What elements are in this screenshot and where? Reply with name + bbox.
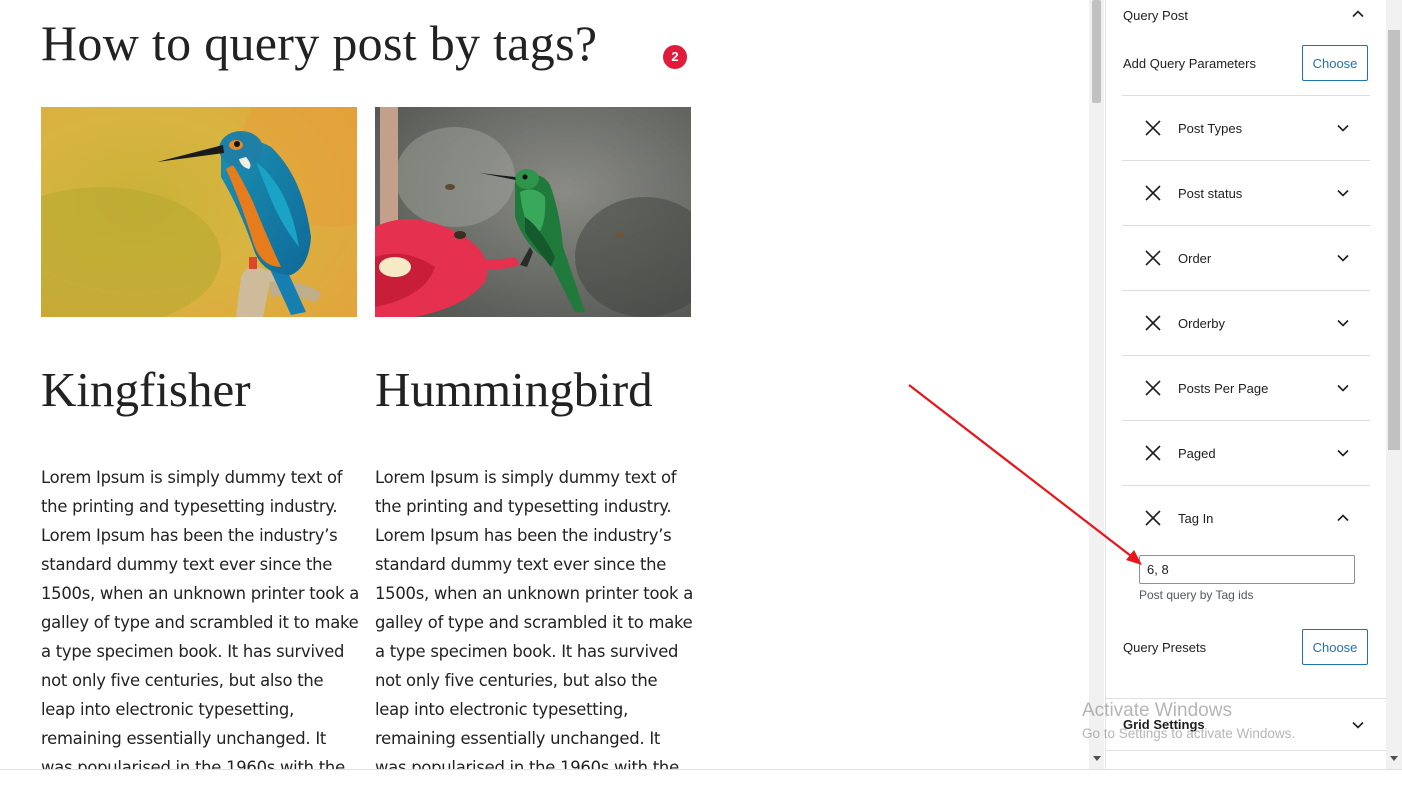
chevron-down-icon[interactable] (1336, 251, 1350, 265)
post-excerpt-hummingbird: Lorem Ipsum is simply dummy text of the … (375, 468, 694, 770)
choose-presets-button[interactable]: Choose (1302, 629, 1368, 665)
close-icon[interactable] (1144, 184, 1162, 202)
scroll-down-icon[interactable] (1390, 756, 1398, 761)
close-icon[interactable] (1144, 314, 1162, 332)
param-paged[interactable]: Paged (1122, 420, 1370, 485)
chevron-down-icon[interactable] (1336, 316, 1350, 330)
param-orderby[interactable]: Orderby (1122, 290, 1370, 355)
close-icon[interactable] (1144, 119, 1162, 137)
post-excerpt-kingfisher: Lorem Ipsum is simply dummy text of the … (41, 468, 360, 770)
param-label: Tag In (1178, 511, 1214, 526)
chevron-up-icon[interactable] (1336, 511, 1350, 525)
editor-canvas: How to query post by tags? 2 Kingfisher … (0, 0, 1088, 770)
param-label: Orderby (1178, 316, 1225, 331)
activate-windows-title: Activate Windows (1082, 700, 1232, 721)
param-label: Posts Per Page (1178, 381, 1269, 396)
close-icon[interactable] (1144, 249, 1162, 267)
close-icon[interactable] (1144, 379, 1162, 397)
chevron-down-icon[interactable] (1336, 446, 1350, 460)
panel-title[interactable]: Query Post (1123, 6, 1188, 26)
chevron-down-icon[interactable] (1351, 718, 1365, 732)
window-bottom-border (0, 769, 1402, 770)
panel-divider (1106, 698, 1386, 699)
chevron-up-icon[interactable] (1351, 7, 1365, 21)
editor-scrollbar-thumb[interactable] (1092, 0, 1101, 103)
scroll-down-icon[interactable] (1093, 756, 1101, 761)
param-post-status[interactable]: Post status (1122, 160, 1370, 225)
notification-badge: 2 (663, 45, 687, 69)
param-label: Paged (1178, 446, 1216, 461)
param-label: Post status (1178, 186, 1243, 201)
chevron-down-icon[interactable] (1336, 121, 1350, 135)
settings-sidebar: Query Post Add Query Parameters Choose P… (1105, 0, 1386, 770)
param-label: Post Types (1178, 121, 1243, 136)
sidebar-scrollbar-thumb[interactable] (1388, 30, 1400, 450)
choose-parameters-button[interactable]: Choose (1302, 45, 1368, 81)
param-posts-per-page[interactable]: Posts Per Page (1122, 355, 1370, 420)
tag-in-help-text: Post query by Tag ids (1139, 588, 1254, 602)
param-tag-in[interactable]: Tag In (1122, 485, 1370, 550)
param-label: Order (1178, 251, 1212, 266)
add-query-parameters-label: Add Query Parameters (1123, 56, 1256, 71)
activate-windows-subtitle: Go to Settings to activate Windows. (1082, 726, 1296, 741)
post-heading-hummingbird[interactable]: Hummingbird (375, 360, 653, 420)
panel-divider (1106, 750, 1386, 751)
param-order[interactable]: Order (1122, 225, 1370, 290)
close-icon[interactable] (1144, 509, 1162, 527)
tag-in-input[interactable] (1139, 555, 1355, 584)
chevron-down-icon[interactable] (1336, 381, 1350, 395)
editor-scrollbar[interactable] (1089, 0, 1104, 769)
sidebar-scrollbar[interactable] (1386, 0, 1402, 769)
chevron-down-icon[interactable] (1336, 186, 1350, 200)
close-icon[interactable] (1144, 444, 1162, 462)
post-title[interactable]: How to query post by tags? (41, 12, 597, 74)
param-post-types[interactable]: Post Types (1122, 95, 1370, 160)
post-heading-kingfisher[interactable]: Kingfisher (41, 360, 251, 420)
hummingbird-image (375, 107, 691, 317)
query-presets-label: Query Presets (1123, 640, 1207, 655)
kingfisher-image (41, 107, 357, 317)
